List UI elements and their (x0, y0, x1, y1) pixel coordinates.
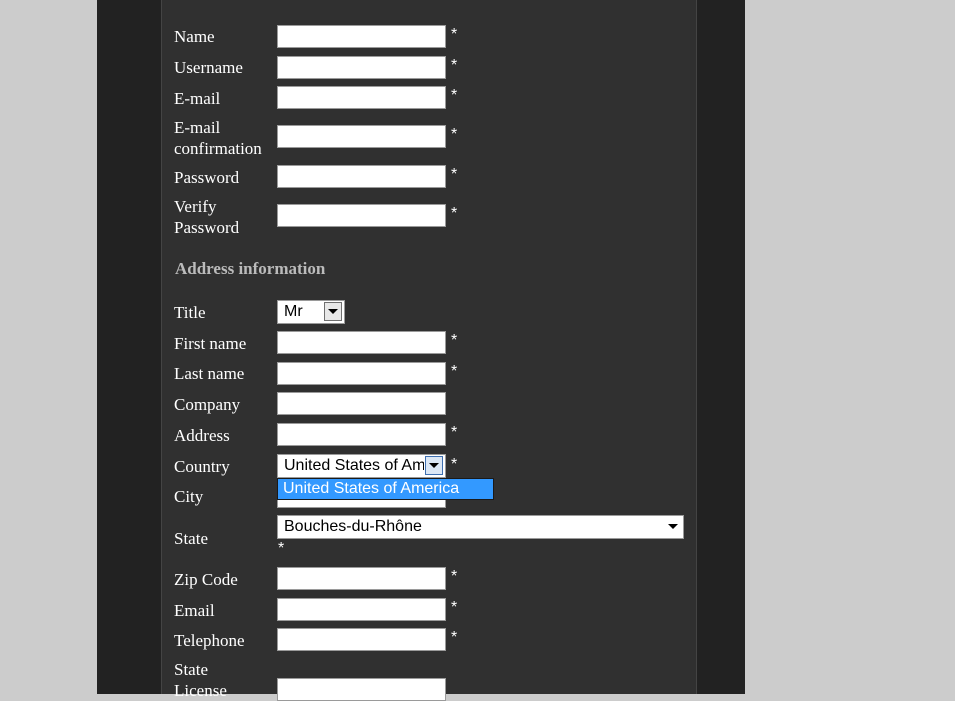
address-input[interactable] (277, 423, 446, 446)
state-license-label-line2: License (174, 681, 227, 700)
email-confirmation-label-line2: confirmation (174, 139, 262, 158)
first-name-required-marker: * (451, 332, 458, 349)
address-information-heading: Address information (175, 259, 326, 278)
last-name-required-marker: * (451, 363, 458, 380)
title-dropdown-button[interactable] (324, 302, 342, 321)
verify-password-input[interactable] (277, 204, 446, 227)
title-label: Title (174, 303, 206, 322)
state-license-input[interactable] (277, 678, 446, 701)
telephone-label: Telephone (174, 631, 245, 650)
verify-password-label-line1: Verify (174, 197, 217, 216)
name-required-marker: * (451, 26, 458, 43)
country-dropdown-list: United States of America (277, 478, 494, 500)
email-label: E-mail (174, 89, 221, 108)
chevron-down-icon (429, 463, 439, 468)
city-label: City (174, 487, 204, 506)
last-name-label: Last name (174, 364, 245, 383)
address-email-required-marker: * (451, 599, 458, 616)
last-name-input[interactable] (277, 362, 446, 385)
zip-code-label: Zip Code (174, 570, 238, 589)
first-name-label: First name (174, 334, 247, 353)
state-license-label-line1: State (174, 660, 208, 679)
email-confirmation-input[interactable] (277, 125, 446, 148)
email-confirmation-label-line1: E-mail (174, 118, 221, 137)
address-email-input[interactable] (277, 598, 446, 621)
email-input[interactable] (277, 86, 446, 109)
country-required-marker: * (451, 456, 458, 473)
address-label: Address (174, 426, 230, 445)
username-input[interactable] (277, 56, 446, 79)
password-input[interactable] (277, 165, 446, 188)
country-dropdown-button[interactable] (425, 456, 443, 475)
email-confirmation-required-marker: * (451, 126, 458, 143)
password-label: Password (174, 168, 240, 187)
company-label: Company (174, 395, 241, 414)
country-label: Country (174, 457, 230, 476)
username-required-marker: * (451, 57, 458, 74)
telephone-required-marker: * (451, 629, 458, 646)
zip-code-required-marker: * (451, 568, 458, 585)
chevron-down-icon (328, 309, 338, 314)
telephone-input[interactable] (277, 628, 446, 651)
state-label: State (174, 529, 208, 548)
password-required-marker: * (451, 166, 458, 183)
verify-password-label-line2: Password (174, 218, 240, 237)
title-select-value: Mr (284, 303, 303, 320)
verify-password-required-marker: * (451, 205, 458, 222)
state-select-value: Bouches-du-Rhône (284, 518, 422, 535)
chevron-down-icon (668, 524, 678, 529)
name-input[interactable] (277, 25, 446, 48)
company-input[interactable] (277, 392, 446, 415)
email-required-marker: * (451, 87, 458, 104)
title-select[interactable]: Mr (277, 300, 345, 324)
first-name-input[interactable] (277, 331, 446, 354)
name-label: Name (174, 27, 215, 46)
country-option-united-states[interactable]: United States of America (283, 480, 459, 498)
state-select[interactable]: Bouches-du-Rhône (277, 515, 684, 539)
country-select-value: United States of America (284, 457, 424, 474)
country-select[interactable]: United States of America (277, 454, 446, 478)
email-address-label: Email (174, 601, 215, 620)
zip-code-input[interactable] (277, 567, 446, 590)
state-required-marker: * (278, 540, 285, 557)
address-required-marker: * (451, 424, 458, 441)
username-label: Username (174, 58, 243, 77)
